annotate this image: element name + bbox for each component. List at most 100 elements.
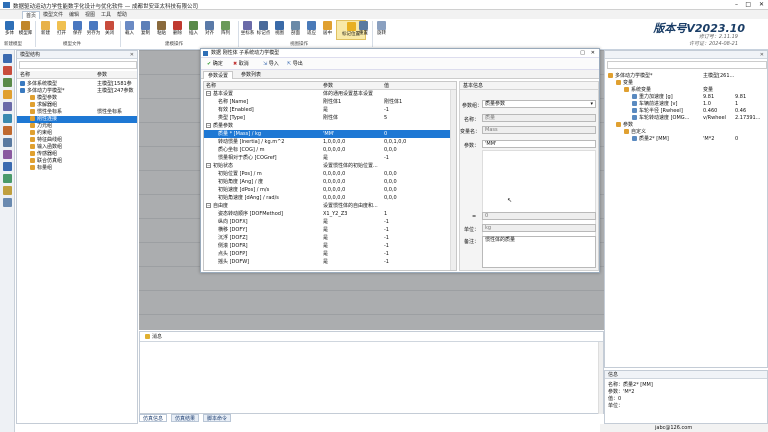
grid-row[interactable]: 质量 * [Mass] / kg 'MM' 0	[204, 130, 456, 138]
tree-item[interactable]: 传感器组	[17, 151, 137, 158]
tab-param-list[interactable]: 参数列表	[237, 71, 265, 79]
broom-icon[interactable]	[145, 334, 150, 339]
grid-row[interactable]: 名称 [Name] 刚性体1 刚性体1	[204, 98, 456, 106]
tree-item[interactable]: 求解器组	[17, 102, 137, 109]
grid-row[interactable]: 转动惯量 [Inertia] / kg.m^2 1,0,0,0,0 0,0,1,0,…	[204, 138, 456, 146]
tree-item[interactable]: 力元组	[17, 123, 137, 130]
ribbon-tab-tools[interactable]: 工具	[98, 11, 114, 19]
copy-button[interactable]: 复制	[138, 20, 153, 40]
save-button[interactable]: 保存	[70, 20, 85, 40]
param-tree-item[interactable]: 重力加速度 [g] 9.81 9.81	[605, 94, 767, 101]
align-button[interactable]: 对齐	[202, 20, 217, 40]
delete-button[interactable]: 删除	[170, 20, 185, 40]
grid-row[interactable]: 姿态转动顺序 [DOFMethod] X1_Y2_Z3 1	[204, 210, 456, 218]
param-input[interactable]: 'MM'	[482, 140, 596, 148]
grid-row[interactable]: 侧滚 [DOFR] 是 -1	[204, 242, 456, 250]
point-button[interactable]: 标记点	[256, 20, 271, 40]
maximize-icon[interactable]: □	[745, 1, 751, 8]
import-button[interactable]: 载入	[122, 20, 137, 40]
grid-row[interactable]: 摇头 [DOFW] 是 -1	[204, 258, 456, 266]
dialog-close-icon[interactable]: ✕	[591, 49, 595, 58]
tab-script[interactable]: 脚本命令	[203, 414, 232, 422]
param-tree-item[interactable]: 变量	[605, 80, 767, 87]
param-tree-item[interactable]: 车辆前进速度 [v] 1.0 1	[605, 101, 767, 108]
tree-item[interactable]: 约束组	[17, 130, 137, 137]
param-tree-item[interactable]: 系统变量 变量	[605, 87, 767, 94]
ribbon-tab-help[interactable]: 帮助	[114, 11, 130, 19]
grid-row[interactable]: 类型 [Type] 刚性体 5	[204, 114, 456, 122]
close-panel-icon[interactable]: ✕	[130, 51, 134, 59]
rotate-button[interactable]: 旋转	[374, 20, 389, 40]
tool-icon-9[interactable]	[3, 162, 12, 171]
ribbon-tab-edit[interactable]: 编辑	[66, 11, 82, 19]
export-button[interactable]: ⇱ 导出	[287, 60, 303, 68]
grid-group-row[interactable]: − 质量参数	[204, 122, 456, 130]
reset-button[interactable]: 重置	[356, 20, 371, 40]
tree-item[interactable]: 多体系统模型 主模型[1581参	[17, 81, 137, 88]
tool-icon-1[interactable]	[3, 66, 12, 75]
collapse-icon[interactable]: −	[206, 163, 211, 168]
tool-icon-6[interactable]	[3, 126, 12, 135]
coordinate-button[interactable]: 坐标系	[240, 20, 255, 40]
tool-icon-10[interactable]	[3, 174, 12, 183]
open-button[interactable]: 打开	[54, 20, 69, 40]
center-button[interactable]: 居中	[320, 20, 335, 40]
new-button[interactable]: 新建	[38, 20, 53, 40]
tool-icon-8[interactable]	[3, 150, 12, 159]
param-tree-item[interactable]: 车轮半径 [Rwheel] 0.460 0.46	[605, 108, 767, 115]
section-button[interactable]: 剖面	[288, 20, 303, 40]
minimize-icon[interactable]: –	[735, 1, 738, 8]
param-tree-item[interactable]: 车轮转动速度 [OMG... v/Rwheel 2.17391...	[605, 115, 767, 122]
collapse-icon[interactable]: −	[206, 123, 211, 128]
dialog-maximize-icon[interactable]: □	[580, 49, 585, 58]
tree-item[interactable]: 惯性坐标系 惯性坐标系	[17, 109, 137, 116]
scrollbar[interactable]	[598, 342, 603, 414]
param-tree-item[interactable]: 自定义	[605, 129, 767, 136]
tool-icon-0[interactable]	[3, 54, 12, 63]
save-as-button[interactable]: 另存为	[86, 20, 101, 40]
new-model-button[interactable]: 多体	[2, 20, 17, 40]
tool-icon-2[interactable]	[3, 78, 12, 87]
grid-row[interactable]: 初始位置 [Pos] / m 0,0,0,0,0 0,0,0	[204, 170, 456, 178]
array-button[interactable]: 阵列	[218, 20, 233, 40]
fit-button[interactable]: 适应	[304, 20, 319, 40]
close-window-icon[interactable]: ✕	[759, 1, 764, 8]
tree-item[interactable]: 模型参数	[17, 95, 137, 102]
insert-button[interactable]: 插入	[186, 20, 201, 40]
close-panel-icon[interactable]: ✕	[760, 51, 764, 59]
tab-sim-result[interactable]: 仿真结果	[171, 414, 200, 422]
grid-row[interactable]: 初始角度 [Ang] / 度 0,0,0,0,0 0,0,0	[204, 178, 456, 186]
tree-filter-box[interactable]	[19, 61, 137, 69]
param-tree-item[interactable]: 参数	[605, 122, 767, 129]
grid-row[interactable]: 初始角速度 [dAng] / rad/s 0,0,0,0,0 0,0,0	[204, 194, 456, 202]
tree-item[interactable]: 输入函数组	[17, 144, 137, 151]
collapse-icon[interactable]: −	[206, 91, 211, 96]
grid-row[interactable]: 点头 [DOFP] 是 -1	[204, 250, 456, 258]
collapse-icon[interactable]: −	[206, 203, 211, 208]
ribbon-tab-file[interactable]: 模型文件	[40, 11, 66, 19]
grid-group-row[interactable]: − 初始状态 设置惯性体的初始位置...	[204, 162, 456, 170]
ok-button[interactable]: ✔ 确定	[207, 60, 223, 68]
tree-item[interactable]: 刚性连接	[17, 116, 137, 123]
grid-group-row[interactable]: − 自由度 设置惯性体的自由度和...	[204, 202, 456, 210]
tool-icon-12[interactable]	[3, 198, 12, 207]
import-button[interactable]: ⇲ 导入	[263, 60, 279, 68]
param-filter-box[interactable]	[607, 61, 767, 69]
close-button[interactable]: 关闭	[102, 20, 117, 40]
tool-icon-11[interactable]	[3, 186, 12, 195]
grid-row[interactable]: 初始速度 [dPos] / m/s 0,0,0,0,0 0,0,0	[204, 186, 456, 194]
paste-button[interactable]: 粘贴	[154, 20, 169, 40]
param-tree-item[interactable]: 多体动力学模型* 主模型[261...	[605, 73, 767, 80]
grid-row[interactable]: 惯量相对于质心 [COGref] 是 -1	[204, 154, 456, 162]
tree-item[interactable]: 联合仿真组	[17, 158, 137, 165]
tool-icon-3[interactable]	[3, 90, 12, 99]
grid-row[interactable]: 质心坐标 [COG] / m 0,0,0,0,0 0,0,0	[204, 146, 456, 154]
cancel-button[interactable]: ✖ 取消	[233, 60, 249, 68]
tool-icon-7[interactable]	[3, 138, 12, 147]
tree-item[interactable]: 特征曲线组	[17, 137, 137, 144]
note-field[interactable]: 惯性体的质量	[482, 236, 596, 268]
tool-icon-4[interactable]	[3, 102, 12, 111]
param-tree-item[interactable]: 质量2* [MM] 'M*2 0	[605, 136, 767, 143]
model-library-button[interactable]: 模型库	[18, 20, 33, 40]
param-group-select[interactable]: 质量参数 ▾	[482, 100, 596, 108]
